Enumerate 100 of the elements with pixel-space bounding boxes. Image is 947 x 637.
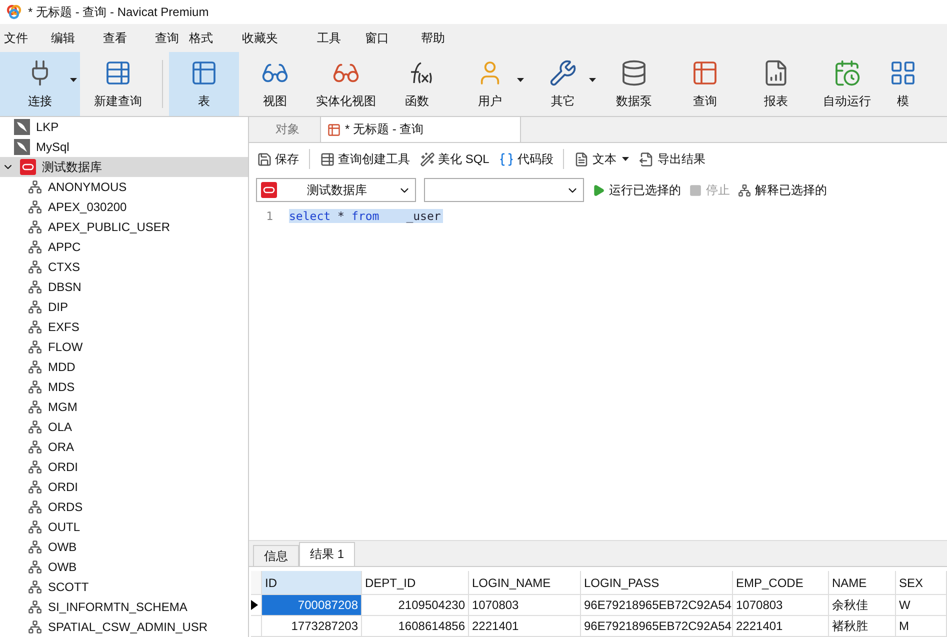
toolbar-button[interactable]: 新建查询: [80, 52, 156, 116]
table-cell: 余秋佳: [829, 595, 896, 616]
tree-item[interactable]: CTXS: [48, 260, 80, 274]
tree-item-row[interactable]: MySql: [0, 137, 248, 157]
toolbar-button[interactable]: 实体化视图: [311, 52, 381, 116]
schema-icon: [28, 260, 42, 274]
toolbar-button[interactable]: 文本: [574, 150, 630, 168]
toolbar-button[interactable]: 用户: [453, 52, 527, 116]
toolbar-button[interactable]: 数据泵: [599, 52, 669, 116]
toolbar-button[interactable]: 报表: [741, 52, 811, 116]
menu-item[interactable]: 查询: [155, 30, 179, 44]
connection-select[interactable]: 测试数据库: [256, 178, 416, 202]
column-header[interactable]: LOGIN_NAME: [469, 571, 581, 595]
toolbar-button[interactable]: 美化 SQL: [420, 150, 490, 168]
tree-item[interactable]: MDD: [48, 360, 76, 374]
stop-icon: [689, 184, 702, 196]
toolbar-button[interactable]: 表: [169, 52, 239, 116]
tree-item[interactable]: DBSN: [48, 280, 82, 294]
tree-item[interactable]: OUTL: [48, 520, 80, 534]
toolbar-button[interactable]: 代码段: [499, 150, 554, 168]
tree-item[interactable]: ORDS: [48, 500, 83, 514]
menu-item[interactable]: 窗口: [365, 30, 389, 44]
tree-item[interactable]: APEX_PUBLIC_USER: [48, 220, 170, 234]
toolbar-button[interactable]: 查询创建工具: [320, 150, 410, 168]
dropdown-caret-icon[interactable]: [517, 78, 524, 82]
tree-item[interactable]: ANONYMOUS: [48, 180, 127, 194]
tree-item-label: LKP: [36, 120, 59, 134]
row-pointer-icon: [251, 600, 258, 610]
column-header[interactable]: EMP_CODE: [733, 571, 829, 595]
menu-item[interactable]: 编辑: [51, 30, 75, 44]
schema-icon: [28, 280, 42, 294]
table-cell: 1070803: [733, 595, 829, 616]
tree-item[interactable]: SPATIAL_CSW_ADMIN_USR: [48, 620, 208, 634]
tree-item[interactable]: EXFS: [48, 320, 80, 334]
save-icon: [257, 152, 272, 166]
menu-item[interactable]: 文件: [4, 30, 28, 44]
tree-item[interactable]: FLOW: [48, 340, 83, 354]
sql-code: select * from _user: [289, 209, 443, 223]
tree-item-row[interactable]: LKP: [0, 117, 248, 137]
run-bar-button[interactable]: 解释已选择的: [738, 182, 827, 198]
schema-icon: [28, 460, 42, 474]
table-cell: 1773287203: [262, 616, 362, 637]
toolbar-button[interactable]: 查询: [669, 52, 741, 116]
toolbar-button[interactable]: 其它: [527, 52, 599, 116]
schema-icon: [28, 580, 42, 594]
tree-item[interactable]: APEX_030200: [48, 200, 127, 214]
tree-item-row[interactable]: 测试数据库: [0, 157, 248, 177]
column-header[interactable]: SEX: [896, 571, 947, 595]
braces-icon: [499, 152, 514, 166]
oracle-connection-icon: [261, 182, 277, 198]
table-cell: 96E79218965EB72C92A54: [581, 616, 733, 637]
menu-item[interactable]: 查看: [103, 30, 127, 44]
tree-item[interactable]: ORDI: [48, 480, 78, 494]
toolbar-button[interactable]: 保存: [257, 150, 299, 168]
toolbar-button[interactable]: 导出结果: [639, 150, 706, 168]
run-bar-button[interactable]: 运行已选择的: [592, 182, 681, 198]
result-tab[interactable]: 信息: [253, 545, 299, 566]
editor-tab[interactable]: * 无标题 - 查询: [321, 117, 521, 142]
toolbar-button[interactable]: 函数: [381, 52, 453, 116]
column-header[interactable]: NAME: [829, 571, 896, 595]
column-header[interactable]: DEPT_ID: [362, 571, 469, 595]
tree-item[interactable]: OWB: [48, 540, 77, 554]
schema-icon: [28, 300, 42, 314]
menu-item[interactable]: 工具: [317, 30, 341, 44]
table-cell: 700087208: [262, 595, 362, 616]
column-header[interactable]: LOGIN_PASS: [581, 571, 733, 595]
toolbar-button[interactable]: 视图: [239, 52, 311, 116]
schema-icon: [28, 200, 42, 214]
tree-item[interactable]: OLA: [48, 420, 72, 434]
oracle-connection-icon: [20, 159, 36, 175]
toolbar-button[interactable]: 连接: [0, 52, 80, 116]
schema-icon: [28, 600, 42, 614]
tree-item-label: MySql: [36, 140, 70, 154]
tree-item[interactable]: ORDI: [48, 460, 78, 474]
table-cell: 2221401: [733, 616, 829, 637]
play-icon: [592, 184, 605, 196]
dropdown-caret-icon[interactable]: [622, 157, 630, 161]
tree-item[interactable]: DIP: [48, 300, 68, 314]
dropdown-caret-icon[interactable]: [70, 78, 77, 82]
app-logo-icon: [6, 4, 22, 20]
result-tab[interactable]: 结果 1: [299, 542, 356, 566]
tree-item[interactable]: MGM: [48, 400, 78, 414]
dolphin-connection-icon: [14, 139, 30, 155]
menu-item[interactable]: 收藏夹: [242, 30, 278, 44]
tree-item[interactable]: MDS: [48, 380, 75, 394]
tree-item[interactable]: OWB: [48, 560, 77, 574]
tree-item[interactable]: ORA: [48, 440, 74, 454]
document-icon: [574, 152, 590, 166]
tree-item[interactable]: APPC: [48, 240, 81, 254]
toolbar-button[interactable]: 自动运行: [811, 52, 883, 116]
tree-item[interactable]: SI_INFORMTN_SCHEMA: [48, 600, 188, 614]
column-header[interactable]: ID: [262, 571, 362, 595]
wrench-icon: [549, 58, 577, 86]
schedule-icon: [833, 58, 861, 86]
dropdown-caret-icon[interactable]: [589, 78, 596, 82]
toolbar-button[interactable]: 模: [883, 52, 923, 116]
tree-item[interactable]: SCOTT: [48, 580, 89, 594]
export-icon: [639, 152, 654, 166]
menu-item[interactable]: 格式: [189, 30, 213, 44]
menu-item[interactable]: 帮助: [421, 30, 445, 44]
